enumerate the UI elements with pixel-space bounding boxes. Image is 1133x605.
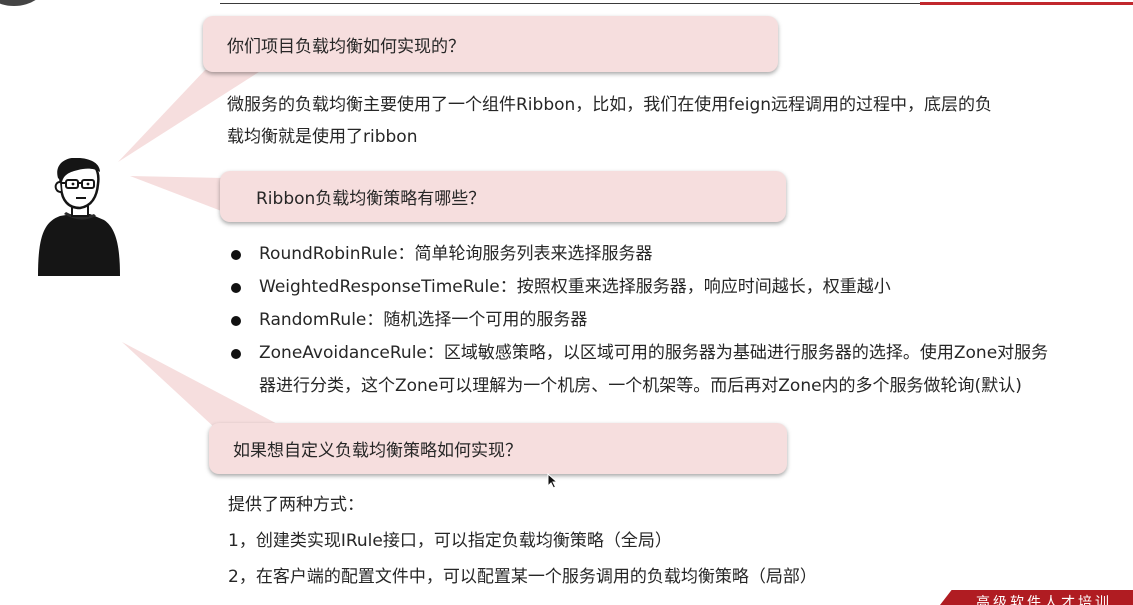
- strategy-list: RoundRobinRule：简单轮询服务列表来选择服务器 WeightedRe…: [228, 238, 1108, 403]
- brand-watermark: 高级软件人才培训: [940, 590, 1133, 605]
- top-divider: [220, 3, 920, 4]
- bullet-icon: [231, 250, 241, 260]
- list-item: ZoneAvoidanceRule：区域敏感策略，以区域可用的服务器为基础进行服…: [228, 337, 1108, 403]
- person-with-glasses-avatar-icon: [38, 158, 120, 276]
- answer-3-item: 1，创建类实现IRule接口，可以指定负载均衡策略（全局）: [228, 531, 672, 551]
- bubble-tail-2: [130, 176, 224, 212]
- bullet-icon: [231, 283, 241, 293]
- question-text-1: 你们项目负载均衡如何实现的？: [227, 36, 465, 57]
- mouse-pointer-icon: [547, 473, 559, 489]
- top-accent-divider: [920, 2, 1133, 5]
- list-item-text: 器进行分类，这个Zone可以理解为一个机房、一个机架等。而后再对Zone内的多个…: [259, 376, 1022, 396]
- question-text-2: Ribbon负载均衡策略有哪些？: [256, 189, 486, 209]
- question-bubble-2: Ribbon负载均衡策略有哪些？: [220, 171, 786, 222]
- answer-3-item: 2，在客户端的配置文件中，可以配置某一个服务调用的负载均衡策略（局部）: [228, 567, 817, 587]
- question-bubble-3: 如果想自定义负载均衡策略如何实现？: [209, 423, 787, 474]
- question-text-3: 如果想自定义负载均衡策略如何实现？: [233, 441, 522, 461]
- question-bubble-1: 你们项目负载均衡如何实现的？: [203, 16, 778, 72]
- list-item: WeightedResponseTimeRule：按照权重来选择服务器，响应时间…: [228, 271, 1108, 304]
- answer-1: 微服务的负载均衡主要使用了一个组件Ribbon，比如，我们在使用feign远程调…: [227, 89, 1057, 153]
- answer-1-line: 微服务的负载均衡主要使用了一个组件Ribbon，比如，我们在使用feign远程调…: [227, 95, 993, 115]
- bullet-icon: [231, 349, 241, 359]
- list-item-text: RandomRule：随机选择一个可用的服务器: [259, 310, 588, 330]
- list-item-text: WeightedResponseTimeRule：按照权重来选择服务器，响应时间…: [259, 277, 891, 297]
- answer-3-title: 提供了两种方式：: [228, 495, 364, 515]
- list-item-text: ZoneAvoidanceRule：区域敏感策略，以区域可用的服务器为基础进行服…: [259, 343, 1049, 363]
- slide: 你们项目负载均衡如何实现的？ 微服务的负载均衡主要使用了一个组件Ribbon，比…: [0, 0, 1133, 605]
- bullet-icon: [231, 316, 241, 326]
- list-item: RandomRule：随机选择一个可用的服务器: [228, 304, 1108, 337]
- list-item-text: RoundRobinRule：简单轮询服务列表来选择服务器: [259, 244, 653, 264]
- answer-1-line: 载均衡就是使用了ribbon: [227, 127, 418, 147]
- corner-decoration: [0, 0, 46, 6]
- list-item: RoundRobinRule：简单轮询服务列表来选择服务器: [228, 238, 1108, 271]
- brand-watermark-text: 高级软件人才培训: [976, 595, 1112, 605]
